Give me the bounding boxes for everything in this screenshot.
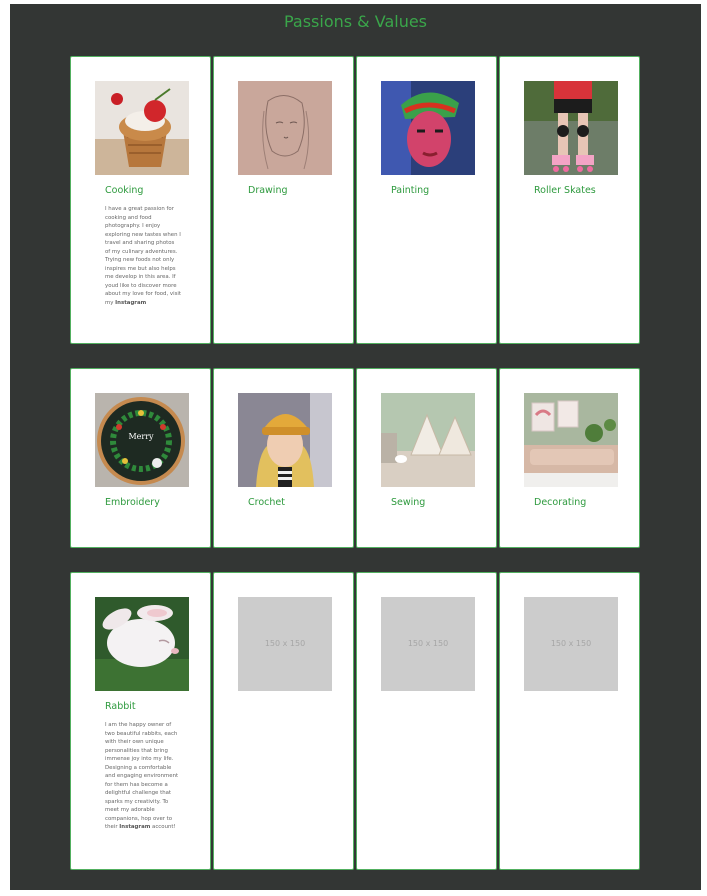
roller-skates-photo — [524, 81, 618, 175]
card-label: Cooking — [105, 185, 144, 196]
description-text: I am the happy owner of two beautiful ra… — [105, 722, 179, 830]
page-title: Passions & Values — [283, 12, 428, 31]
card-label: Sewing — [391, 497, 426, 508]
card-drawing: Drawing — [213, 56, 354, 344]
instagram-link[interactable]: Instagram — [115, 300, 146, 306]
card-label: Embroidery — [105, 497, 160, 508]
card-label: Drawing — [248, 185, 288, 196]
embroidery-photo: Merry — [95, 393, 189, 487]
card-label: Crochet — [248, 497, 285, 508]
decorating-photo — [524, 393, 618, 487]
card-label: Roller Skates — [534, 185, 596, 196]
cooking-photo — [95, 81, 189, 175]
painting-photo — [381, 81, 475, 175]
card-cooking: Cooking I have a great passion for cooki… — [70, 56, 211, 344]
card-embroidery: Merry Embroidery — [70, 368, 211, 548]
placeholder-image: 150 x 150 — [381, 597, 475, 691]
drawing-photo — [238, 81, 332, 175]
placeholder-image: 150 x 150 — [524, 597, 618, 691]
instagram-link[interactable]: Instagram — [119, 824, 150, 830]
card-painting: Painting — [356, 56, 497, 344]
card-empty: 150 x 150 — [213, 572, 354, 870]
svg-text:Merry: Merry — [128, 432, 154, 441]
description-suffix: account! — [150, 824, 176, 830]
card-roller-skates: Roller Skates — [499, 56, 640, 344]
card-rabbit: Rabbit I am the happy owner of two beaut… — [70, 572, 211, 870]
description-text: I have a great passion for cooking and f… — [105, 206, 182, 306]
card-label: Rabbit — [105, 701, 136, 712]
card-description: I have a great passion for cooking and f… — [105, 205, 181, 307]
card-label: Decorating — [534, 497, 587, 508]
sewing-photo — [381, 393, 475, 487]
card-description: I am the happy owner of two beautiful ra… — [105, 721, 181, 832]
card-label: Painting — [391, 185, 430, 196]
placeholder-image: 150 x 150 — [238, 597, 332, 691]
page-container: Passions & Values Cooking I have a great… — [10, 4, 701, 890]
card-crochet: Crochet — [213, 368, 354, 548]
card-row-3: Rabbit I am the happy owner of two beaut… — [70, 572, 641, 870]
rabbit-photo — [95, 597, 189, 691]
card-row-1: Cooking I have a great passion for cooki… — [70, 56, 641, 344]
card-sewing: Sewing — [356, 368, 497, 548]
card-empty: 150 x 150 — [356, 572, 497, 870]
crochet-photo — [238, 393, 332, 487]
card-row-2: Merry Embroidery Crochet Sewing Decorati… — [70, 368, 641, 548]
card-empty: 150 x 150 — [499, 572, 640, 870]
card-decorating: Decorating — [499, 368, 640, 548]
